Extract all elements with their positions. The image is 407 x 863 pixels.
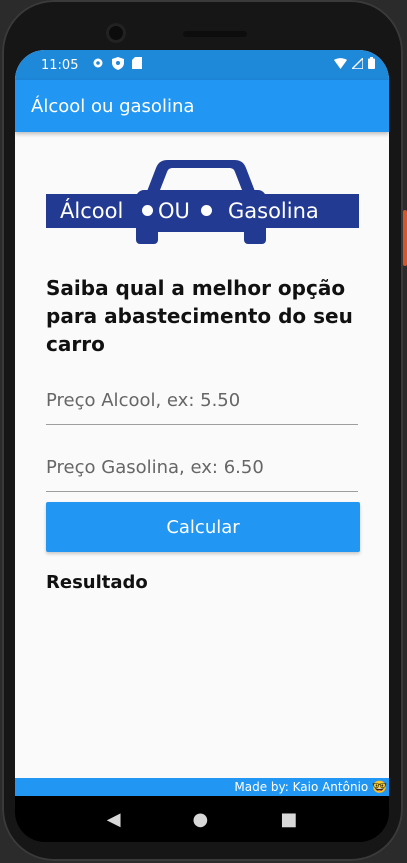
wifi-icon (334, 57, 347, 73)
sd-card-icon (132, 57, 143, 73)
page-heading: Saiba qual a melhor opção para abastecim… (46, 276, 353, 356)
result-label: Resultado (46, 572, 148, 593)
recents-icon[interactable]: ■ (280, 809, 297, 830)
status-time: 11:05 (41, 57, 79, 73)
logo-dot-left (142, 205, 153, 216)
back-icon[interactable]: ◀ (107, 809, 121, 830)
gasolina-price-field[interactable] (46, 447, 358, 492)
gasolina-price-input[interactable] (46, 447, 358, 478)
shield-icon (112, 56, 125, 74)
alcool-price-input[interactable] (46, 380, 358, 411)
camera-icon (106, 23, 126, 43)
settings-icon (92, 57, 104, 73)
footer-credit: Made by: Kaio Antônio 🤓 (15, 778, 389, 796)
logo-text-right: Gasolina (228, 199, 319, 223)
android-nav-bar: ◀ ● ■ (15, 796, 389, 842)
app-title: Álcool ou gasolina (31, 95, 195, 117)
status-bar: 11:05 (15, 50, 389, 80)
logo-text-left: Álcool (60, 199, 124, 223)
alcool-price-field[interactable] (46, 380, 358, 425)
app-bar: Álcool ou gasolina (15, 80, 389, 132)
home-icon[interactable]: ● (193, 809, 209, 830)
logo-text-middle: OU (158, 199, 190, 223)
battery-icon (368, 57, 375, 73)
app-logo: Álcool OU Gasolina (46, 160, 359, 244)
logo-dot-right (201, 205, 212, 216)
calcular-button[interactable]: Calcular (46, 502, 360, 552)
app-screen: 11:05 Álcool ou gasolina Álcool OU Gasol… (15, 50, 389, 796)
speaker-grill (183, 31, 247, 37)
signal-icon (350, 55, 364, 73)
main-content: Álcool OU Gasolina Saiba qual a melhor o… (15, 160, 389, 593)
power-button[interactable] (403, 210, 407, 266)
